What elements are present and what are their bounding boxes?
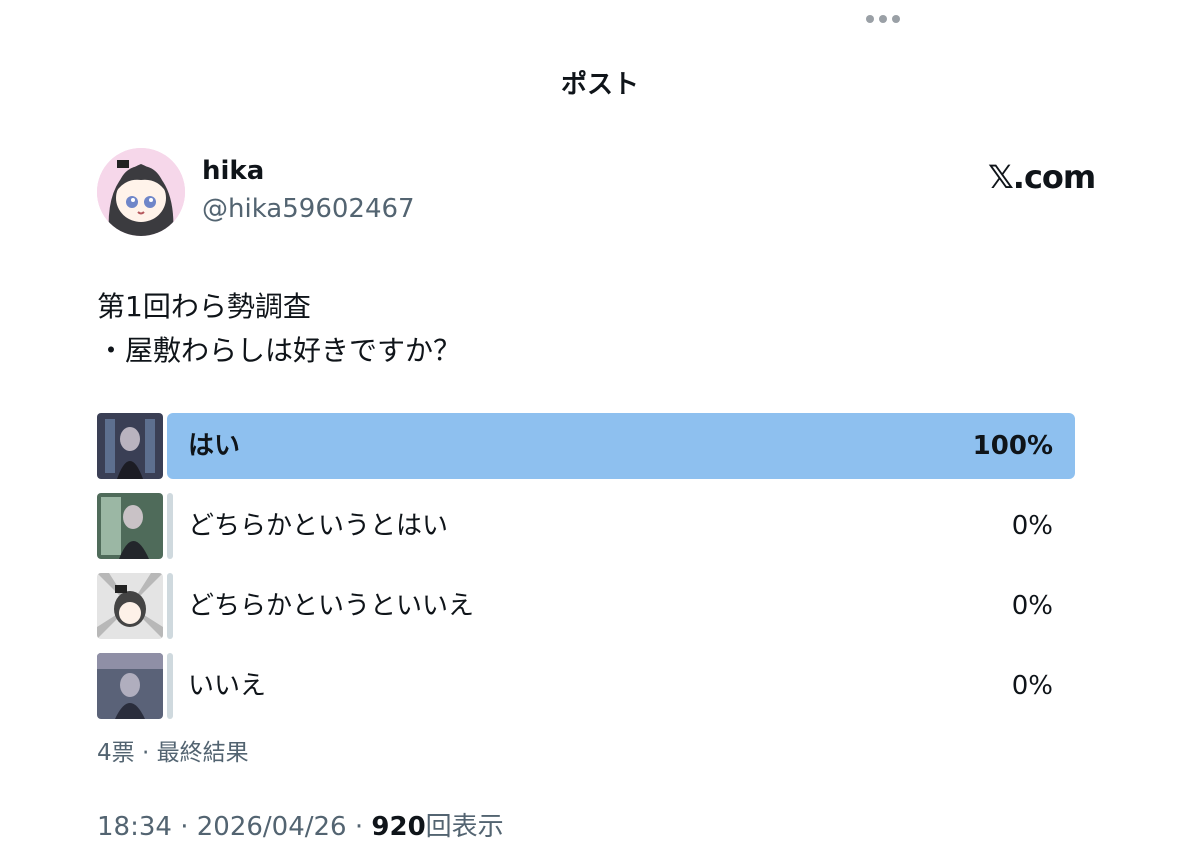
option-image [97,573,163,639]
post-metadata: 18:34 · 2026/04/26 · 920回表示 [97,812,504,842]
poll: はい 100% どちらかというとはい 0% どちらかというといいえ 0% いいえ… [97,413,1075,733]
poll-option: どちらかというとはい 0% [97,493,1075,559]
post-date[interactable]: 2026/04/26 [197,812,347,842]
poll-status: 最終結果 [156,740,249,766]
post-line: 第1回わら勢調査 [97,290,311,323]
option-label: どちらかというといいえ [188,591,475,621]
poll-summary: 4票 · 最終結果 [97,740,249,766]
x-logo: 𝕏.com [988,158,1096,196]
result-bar [167,573,173,639]
post-line: ・屋敷わらしは好きですか？ [97,334,462,367]
option-percent: 0% [1011,511,1053,541]
option-label: どちらかというとはい [188,511,449,541]
poll-option: どちらかというといいえ 0% [97,573,1075,639]
option-image [97,493,163,559]
post-text: 第1回わら勢調査 ・屋敷わらしは好きですか？ [97,285,461,373]
result-bar [167,653,173,719]
view-count: 920 [371,812,426,842]
result-bar [167,493,173,559]
view-label: 回表示 [425,812,504,842]
page-title: ポスト [560,70,639,100]
author-name[interactable]: hika [202,156,264,186]
more-options-icon[interactable] [866,12,906,26]
option-image [97,653,163,719]
poll-option: いいえ 0% [97,653,1075,719]
option-label: はい [188,431,241,461]
option-percent: 0% [1011,671,1053,701]
author-handle[interactable]: @hika59602467 [202,194,415,224]
post-time[interactable]: 18:34 [97,812,172,842]
result-bar [167,413,1075,479]
vote-count: 4票 [97,740,135,766]
option-label: いいえ [188,671,267,701]
poll-option: はい 100% [97,413,1075,479]
option-percent: 0% [1011,591,1053,621]
option-image [97,413,163,479]
avatar[interactable] [97,148,185,236]
option-percent: 100% [972,431,1053,461]
